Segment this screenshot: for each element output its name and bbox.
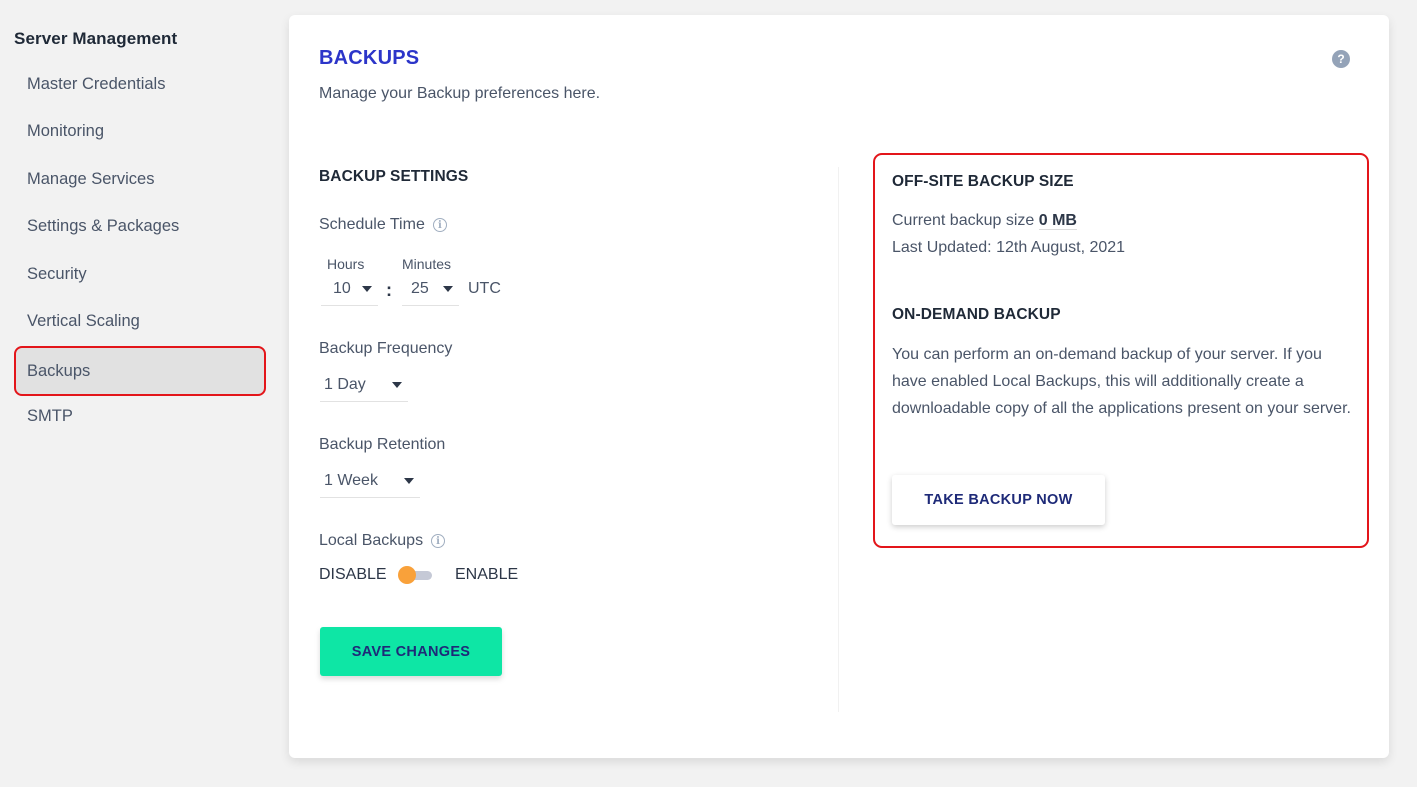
sidebar-item-vertical-scaling[interactable]: Vertical Scaling — [14, 296, 266, 346]
minutes-select[interactable]: 25 — [402, 272, 459, 306]
hours-label: Hours — [327, 256, 365, 272]
backup-retention-value: 1 Week — [324, 471, 378, 489]
chevron-down-icon — [443, 285, 453, 292]
last-updated: Last Updated: 12th August, 2021 — [892, 239, 1126, 256]
sidebar-title: Server Management — [14, 29, 178, 48]
backup-settings-title: BACKUP SETTINGS — [319, 168, 469, 185]
size-value: 0 MB — [1038, 212, 1077, 230]
time-separator: : — [386, 280, 392, 300]
sidebar-item-smtp[interactable]: SMTP — [14, 391, 266, 441]
hours-value: 10 — [333, 279, 351, 297]
info-icon[interactable]: i — [432, 218, 447, 232]
page-title: BACKUPS — [319, 47, 420, 69]
hours-select[interactable]: 10 — [321, 272, 378, 306]
size-prefix: Current backup size — [892, 212, 1035, 229]
enable-label: ENABLE — [455, 566, 519, 583]
sidebar-item-backups[interactable]: Backups — [14, 346, 266, 396]
schedule-time-label: Schedule Time i — [319, 216, 447, 234]
timezone-label: UTC — [468, 280, 501, 297]
take-backup-now-button[interactable]: TAKE BACKUP NOW — [892, 475, 1105, 525]
backup-info-panel: OFF-SITE BACKUP SIZE Current backup size… — [873, 153, 1369, 548]
toggle-knob — [398, 566, 416, 584]
local-backups-toggle[interactable] — [398, 566, 432, 584]
on-demand-description: You can perform an on-demand backup of y… — [892, 346, 1351, 417]
minutes-value: 25 — [411, 279, 429, 297]
current-backup-size: Current backup size 0 MB — [892, 212, 1077, 230]
sidebar-item-settings-packages[interactable]: Settings & Packages — [14, 201, 266, 251]
local-backups-text: Local Backups — [319, 532, 424, 549]
chevron-down-icon — [404, 477, 414, 484]
column-divider — [838, 167, 839, 712]
backup-frequency-select[interactable]: 1 Day — [320, 368, 408, 402]
sidebar-item-master-credentials[interactable]: Master Credentials — [14, 59, 266, 109]
schedule-time-text: Schedule Time — [319, 216, 425, 233]
backups-card: BACKUPS Manage your Backup preferences h… — [289, 15, 1389, 758]
save-changes-button[interactable]: SAVE CHANGES — [320, 627, 502, 676]
sidebar-item-manage-services[interactable]: Manage Services — [14, 154, 266, 204]
chevron-down-icon — [362, 285, 372, 292]
sidebar-item-monitoring[interactable]: Monitoring — [14, 106, 266, 156]
backup-retention-select[interactable]: 1 Week — [320, 464, 420, 498]
on-demand-backup-title: ON-DEMAND BACKUP — [892, 306, 1061, 323]
offsite-backup-title: OFF-SITE BACKUP SIZE — [892, 173, 1074, 190]
backup-frequency-value: 1 Day — [324, 375, 366, 393]
info-icon[interactable]: i — [431, 534, 446, 548]
sidebar-item-security[interactable]: Security — [14, 249, 266, 299]
page-subtitle: Manage your Backup preferences here. — [319, 85, 601, 102]
help-icon[interactable]: ? — [1332, 50, 1350, 68]
disable-label: DISABLE — [319, 566, 387, 583]
chevron-down-icon — [392, 381, 402, 388]
backup-frequency-label: Backup Frequency — [319, 340, 453, 357]
minutes-label: Minutes — [402, 256, 452, 272]
local-backups-label: Local Backups i — [319, 532, 446, 550]
backup-retention-label: Backup Retention — [319, 436, 446, 453]
